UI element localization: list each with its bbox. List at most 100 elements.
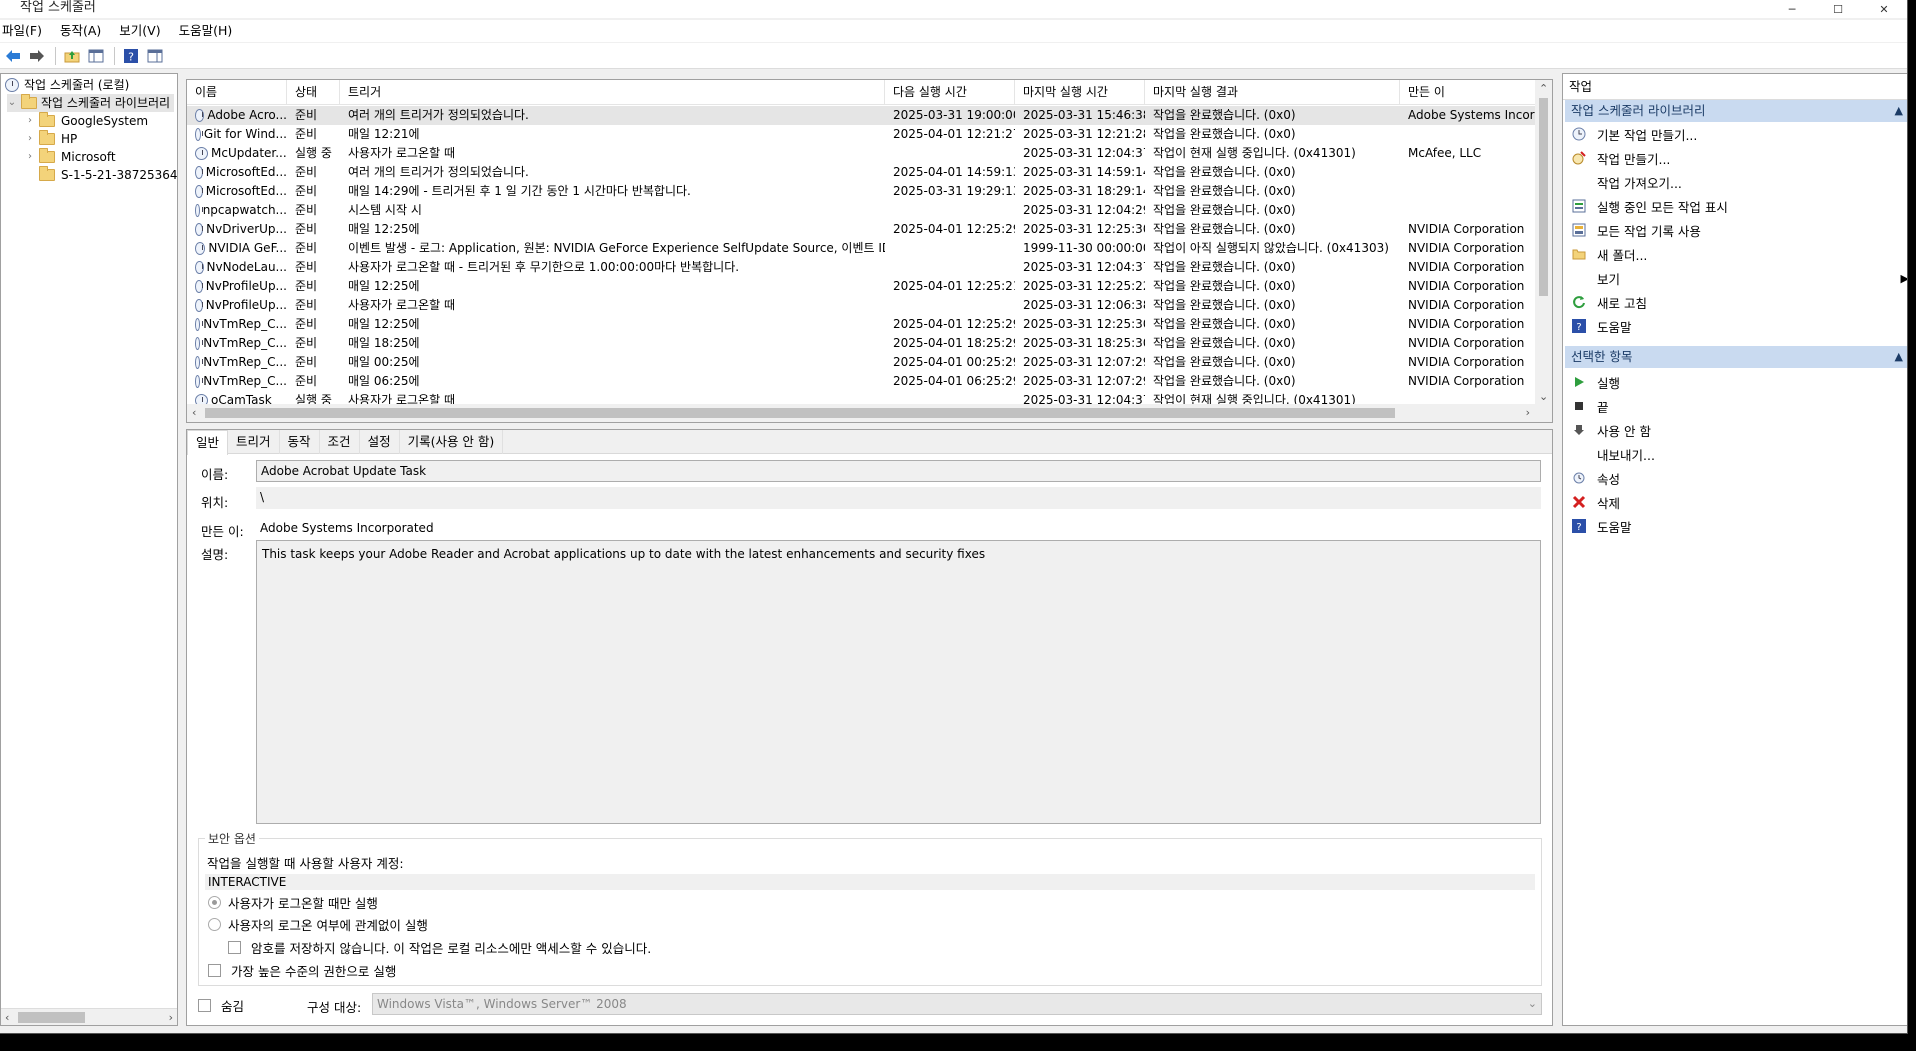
radio-any-logon[interactable]: 사용자의 로그온 여부에 관계없이 실행 <box>208 915 428 934</box>
action-import-task[interactable]: 작업 가져오기... <box>1571 171 1907 193</box>
task-list-vertical-scrollbar[interactable]: ⌃ ⌄ <box>1535 80 1552 405</box>
action-display-running-tasks[interactable]: 실행 중인 모든 작업 표시 <box>1571 195 1907 217</box>
configure-for-dropdown[interactable]: Windows Vista™, Windows Server™ 2008 ⌄ <box>372 993 1542 1015</box>
tab-history[interactable]: 기록(사용 안 함) <box>400 430 504 454</box>
action-run[interactable]: 실행 <box>1571 371 1907 393</box>
scroll-thumb[interactable] <box>18 1012 85 1023</box>
collapse-icon[interactable]: ⌄ <box>7 94 17 112</box>
show-hide-console-icon[interactable] <box>85 45 107 67</box>
menu-file[interactable]: 파일(F) <box>0 20 51 42</box>
column-header-last-result[interactable]: 마지막 실행 결과 <box>1145 80 1400 105</box>
table-row[interactable]: NvTmRep_C... 준비 매일 18:25에 2025-04-01 18:25:… <box>187 334 1537 353</box>
action-properties[interactable]: 속성 <box>1571 467 1907 489</box>
tree-library[interactable]: ⌄ 작업 스케줄러 라이브러리 <box>7 94 175 112</box>
scroll-thumb[interactable] <box>1539 98 1548 296</box>
action-create-basic-task[interactable]: 기본 작업 만들기... <box>1571 123 1907 145</box>
checkbox-no-password[interactable]: 암호를 저장하지 않습니다. 이 작업은 로컬 리소스에만 액세스할 수 있습니… <box>228 938 651 957</box>
cell-trigger: 매일 12:25에 <box>348 222 420 236</box>
action-help-library[interactable]: ? 도움말 <box>1571 315 1907 337</box>
expand-icon[interactable]: › <box>25 112 35 130</box>
expand-icon[interactable]: › <box>25 148 35 166</box>
action-create-task[interactable]: 작업 만들기... <box>1571 147 1907 169</box>
tab-triggers[interactable]: 트리거 <box>228 430 280 454</box>
cell-name-text: npcapwatch... <box>202 203 287 217</box>
table-row[interactable]: Git for Wind... 준비 매일 12:21에 2025-04-01 12:… <box>187 125 1537 144</box>
tree-folder-hp[interactable]: › HP <box>25 130 77 148</box>
action-view[interactable]: 보기 ▶ <box>1571 267 1907 289</box>
scroll-up-icon[interactable]: ⌃ <box>1539 82 1548 95</box>
actions-section-selected-item[interactable]: 선택한 항목 ▲ <box>1565 346 1907 368</box>
action-end[interactable]: 끝 <box>1571 395 1907 417</box>
radio-logon-only[interactable]: 사용자가 로그온할 때만 실행 <box>208 893 378 912</box>
action-disable[interactable]: 사용 안 함 <box>1571 419 1907 441</box>
tree-folder-sid[interactable]: S-1-5-21-387253649 <box>39 166 177 184</box>
table-row[interactable]: MicrosoftEd... 준비 여러 개의 트리거가 정의되었습니다. 2025-… <box>187 163 1537 182</box>
forward-icon[interactable] <box>26 45 48 67</box>
scroll-left-icon[interactable]: ‹ <box>5 1009 9 1025</box>
scroll-right-icon[interactable]: › <box>169 1009 173 1025</box>
checkbox-hidden[interactable]: 숨김 <box>198 996 244 1015</box>
help-icon[interactable]: ? <box>120 45 142 67</box>
table-row[interactable]: NvTmRep_C... 준비 매일 12:25에 2025-04-01 12:25:… <box>187 315 1537 334</box>
show-action-pane-icon[interactable] <box>144 45 166 67</box>
cell-last-result: 작업을 완료했습니다. (0x0) <box>1153 127 1296 141</box>
up-folder-icon[interactable] <box>61 45 83 67</box>
tab-settings[interactable]: 설정 <box>360 430 400 454</box>
action-export[interactable]: 내보내기... <box>1571 443 1907 465</box>
close-icon[interactable]: ✕ <box>1861 0 1907 18</box>
action-label: 보기 <box>1597 271 1621 287</box>
name-field[interactable]: Adobe Acrobat Update Task <box>256 460 1541 482</box>
cell-status: 준비 <box>295 355 318 369</box>
column-header-last-run[interactable]: 마지막 실행 시간 <box>1015 80 1145 105</box>
table-row[interactable]: NvTmRep_C... 준비 매일 00:25에 2025-04-01 00:25:… <box>187 353 1537 372</box>
action-delete[interactable]: 삭제 <box>1571 491 1907 513</box>
menu-action[interactable]: 동작(A) <box>51 20 110 42</box>
checkbox-icon <box>208 964 221 977</box>
menu-view[interactable]: 보기(V) <box>110 20 169 42</box>
tree-folder-microsoft[interactable]: › Microsoft <box>25 148 116 166</box>
cell-status: 준비 <box>295 298 318 312</box>
collapse-up-icon[interactable]: ▲ <box>1895 100 1903 122</box>
table-row[interactable]: Adobe Acro... 준비 여러 개의 트리거가 정의되었습니다. 2025-0… <box>187 106 1537 125</box>
action-enable-history[interactable]: 모든 작업 기록 사용 <box>1571 219 1907 241</box>
tree-folder-googlesystem[interactable]: › GoogleSystem <box>25 112 148 130</box>
checkbox-icon <box>198 999 211 1012</box>
column-header-author[interactable]: 만든 이 <box>1400 80 1537 105</box>
actions-section-library[interactable]: 작업 스케줄러 라이브러리 ▲ <box>1565 100 1907 122</box>
task-list-horizontal-scrollbar[interactable]: ‹ › <box>187 404 1552 422</box>
table-row[interactable]: NvProfileUp... 준비 사용자가 로그온할 때 2025-03-31 12… <box>187 296 1537 315</box>
tree-root[interactable]: 작업 스케줄러 (로컬) <box>5 76 129 94</box>
tab-general[interactable]: 일반 <box>187 430 229 455</box>
action-new-folder[interactable]: 새 폴더... <box>1571 243 1907 265</box>
minimize-icon[interactable]: ─ <box>1769 0 1815 18</box>
scroll-thumb[interactable] <box>205 408 1395 418</box>
table-row[interactable]: NvProfileUp... 준비 매일 12:25에 2025-04-01 12:2… <box>187 277 1537 296</box>
table-row[interactable]: NvNodeLau... 준비 사용자가 로그온할 때 - 트리거된 후 무기한으로… <box>187 258 1537 277</box>
column-header-name[interactable]: 이름 <box>187 80 287 105</box>
table-row[interactable]: NvDriverUp... 준비 매일 12:25에 2025-04-01 12:25… <box>187 220 1537 239</box>
menu-help[interactable]: 도움말(H) <box>170 20 242 42</box>
scroll-down-icon[interactable]: ⌄ <box>1539 390 1548 403</box>
collapse-up-icon[interactable]: ▲ <box>1895 346 1903 368</box>
table-row[interactable]: MicrosoftEd... 준비 매일 14:29에 - 트리거된 후 1 일 기… <box>187 182 1537 201</box>
maximize-icon[interactable]: ☐ <box>1815 0 1861 18</box>
back-icon[interactable] <box>2 45 24 67</box>
table-row[interactable]: npcapwatch... 준비 시스템 시작 시 2025-03-31 12:04:… <box>187 201 1537 220</box>
column-header-trigger[interactable]: 트리거 <box>340 80 885 105</box>
column-header-next-run[interactable]: 다음 실행 시간 <box>885 80 1015 105</box>
checkbox-highest-privileges[interactable]: 가장 높은 수준의 권한으로 실행 <box>208 961 396 980</box>
scroll-right-icon[interactable]: › <box>1526 406 1530 419</box>
action-refresh[interactable]: 새로 고침 <box>1571 291 1907 313</box>
column-header-status[interactable]: 상태 <box>287 80 340 105</box>
tab-conditions[interactable]: 조건 <box>320 430 360 454</box>
scroll-left-icon[interactable]: ‹ <box>192 406 196 419</box>
description-field[interactable]: This task keeps your Adobe Reader and Ac… <box>256 540 1541 824</box>
expand-icon[interactable]: › <box>25 130 35 148</box>
table-row[interactable]: NVIDIA GeF... 준비 이벤트 발생 - 로그: Application,… <box>187 239 1537 258</box>
tab-actions[interactable]: 동작 <box>280 430 320 454</box>
table-row[interactable]: McUpdater... 실행 중 사용자가 로그온할 때 2025-03-31 12… <box>187 144 1537 163</box>
action-help-selected[interactable]: ? 도움말 <box>1571 515 1907 537</box>
cell-last-result: 작업을 완료했습니다. (0x0) <box>1153 165 1296 179</box>
tree-horizontal-scrollbar[interactable]: ‹ › <box>1 1008 177 1025</box>
table-row[interactable]: NvTmRep_C... 준비 매일 06:25에 2025-04-01 06:25:… <box>187 372 1537 391</box>
